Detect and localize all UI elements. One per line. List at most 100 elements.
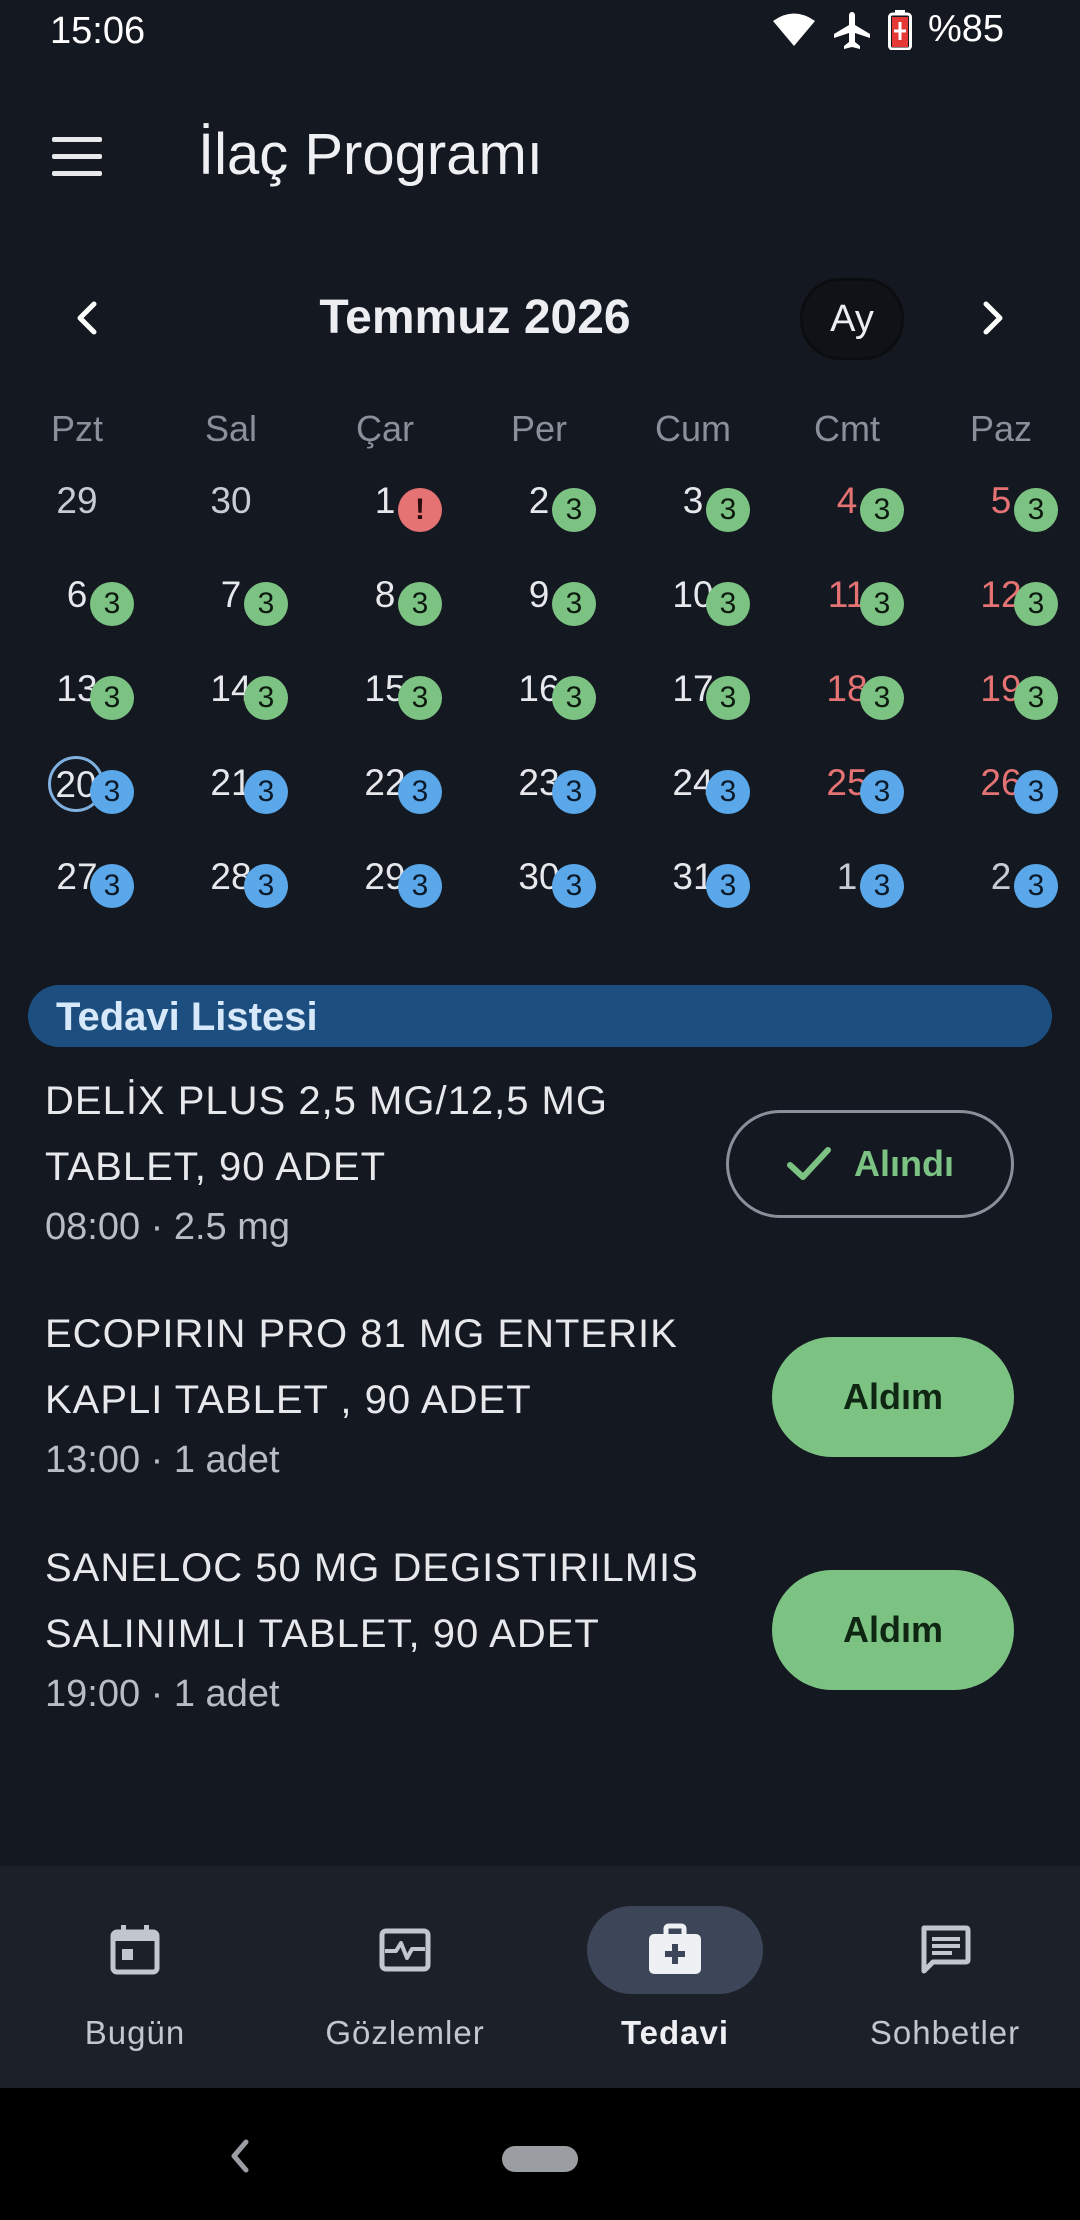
- calendar-day[interactable]: 10 3: [616, 564, 770, 658]
- dose-count-badge: 3: [90, 864, 134, 908]
- app-bar: İlaç Programı: [0, 95, 1080, 215]
- nav-item-chats[interactable]: Sohbetler: [810, 1906, 1080, 2056]
- calendar-day[interactable]: 26 3: [924, 752, 1078, 846]
- next-month-button[interactable]: [964, 290, 1020, 346]
- missed-dose-badge: !: [398, 488, 442, 532]
- system-back-button[interactable]: [222, 2136, 258, 2176]
- dose-count-badge: 3: [706, 582, 750, 626]
- calendar-day[interactable]: 30 3: [462, 846, 616, 940]
- calendar-day[interactable]: 27 3: [0, 846, 154, 940]
- calendar-day[interactable]: 14 3: [154, 658, 308, 752]
- calendar-day[interactable]: 24 3: [616, 752, 770, 846]
- mark-taken-button[interactable]: Aldım: [772, 1570, 1014, 1690]
- calendar-day[interactable]: 23 3: [462, 752, 616, 846]
- calendar-today-icon: [110, 1925, 160, 1975]
- status-icons: %85: [772, 8, 1004, 51]
- calendar-day[interactable]: 11 3: [770, 564, 924, 658]
- nav-item-today[interactable]: Bugün: [0, 1906, 270, 2056]
- medical-kit-icon: [649, 1923, 701, 1974]
- dose-count-badge: 3: [244, 770, 288, 814]
- calendar-day[interactable]: 30: [154, 470, 308, 564]
- nav-label: Bugün: [84, 2014, 186, 2051]
- medication-name: SANELOC 50 MG DEGISTIRILMIS SALINIMLI TA…: [45, 1546, 699, 1656]
- dose-count-badge: 3: [90, 770, 134, 814]
- calendar-day[interactable]: 63: [0, 564, 154, 658]
- dose-count-badge: 3: [1014, 582, 1058, 626]
- medication-name: ECOPIRIN PRO 81 MG ENTERIK KAPLI TABLET …: [45, 1312, 678, 1422]
- calendar-day[interactable]: 31 3: [616, 846, 770, 940]
- weekday-label: Cum: [654, 408, 731, 449]
- dose-count-badge: 3: [1014, 864, 1058, 908]
- chevron-left-icon: [77, 301, 97, 335]
- calendar-day[interactable]: 29 3: [308, 846, 462, 940]
- mark-taken-button[interactable]: Aldım: [772, 1337, 1014, 1457]
- calendar-day[interactable]: 43: [770, 470, 924, 564]
- weekday-label: Çar: [355, 408, 414, 449]
- nav-label: Sohbetler: [869, 2014, 1021, 2051]
- chat-icon: [921, 1925, 971, 1974]
- dose-count-badge: 3: [860, 488, 904, 532]
- calendar-day[interactable]: 21 3: [154, 752, 308, 846]
- system-home-pill[interactable]: [502, 2146, 578, 2172]
- dose-count-badge: 3: [398, 770, 442, 814]
- dose-count-badge: 3: [398, 582, 442, 626]
- calendar-day[interactable]: 73: [154, 564, 308, 658]
- medication-dose-time: 19:00 · 1 adet: [45, 1673, 280, 1715]
- calendar-day[interactable]: 33: [616, 470, 770, 564]
- calendar-day[interactable]: 16 3: [462, 658, 616, 752]
- airplane-icon: [832, 10, 872, 50]
- calendar-day[interactable]: 20 3: [0, 752, 154, 846]
- dose-count-badge: 3: [244, 864, 288, 908]
- dose-count-badge: 3: [552, 864, 596, 908]
- calendar-day[interactable]: 53: [924, 470, 1078, 564]
- page-title: İlaç Programı: [198, 122, 543, 187]
- dose-count-badge: 3: [552, 770, 596, 814]
- nav-icon-container: [587, 1906, 763, 1994]
- nav-item-observations[interactable]: Gözlemler: [270, 1906, 540, 2056]
- vitals-monitor-icon: [379, 1928, 431, 1972]
- nav-label: Gözlemler: [325, 2014, 485, 2051]
- calendar-day[interactable]: 25 3: [770, 752, 924, 846]
- menu-icon-bar: [52, 154, 102, 159]
- day-number: 29: [56, 480, 98, 521]
- previous-month-button[interactable]: [60, 290, 116, 346]
- calendar-day[interactable]: 12 3: [924, 564, 1078, 658]
- calendar-day[interactable]: 28 3: [154, 846, 308, 940]
- calendar-day[interactable]: 17 3: [616, 658, 770, 752]
- calendar-day[interactable]: 15 3: [308, 658, 462, 752]
- view-mode-button[interactable]: Ay: [800, 278, 904, 360]
- dose-count-badge: 3: [706, 864, 750, 908]
- dose-count-badge: 3: [244, 676, 288, 720]
- check-icon: [787, 1147, 831, 1180]
- dose-count-badge: 3: [860, 676, 904, 720]
- battery-level: %85: [927, 8, 1004, 50]
- calendar-day[interactable]: 22 3: [308, 752, 462, 846]
- calendar-day[interactable]: 93: [462, 564, 616, 658]
- calendar-day[interactable]: 23: [462, 470, 616, 564]
- calendar-day[interactable]: 23: [924, 846, 1078, 940]
- calendar-day[interactable]: 13 3: [0, 658, 154, 752]
- calendar-day[interactable]: 19 3: [924, 658, 1078, 752]
- status-bar: 15:06 %85: [0, 0, 1080, 64]
- nav-label: Tedavi: [620, 2014, 730, 2051]
- calendar-day[interactable]: 18 3: [770, 658, 924, 752]
- day-number: 30: [210, 480, 252, 521]
- dose-count-badge: 3: [244, 582, 288, 626]
- menu-button[interactable]: [40, 125, 114, 185]
- dose-count-badge: 3: [90, 582, 134, 626]
- section-title: Tedavi Listesi: [56, 995, 318, 1039]
- taken-status-button[interactable]: Alındı: [726, 1110, 1014, 1218]
- calendar-day[interactable]: 83: [308, 564, 462, 658]
- dose-count-badge: 3: [1014, 488, 1058, 532]
- nav-icon-container: [47, 1906, 223, 1994]
- month-title: Temmuz 2026: [319, 291, 631, 344]
- calendar-day[interactable]: 29: [0, 470, 154, 564]
- nav-item-treatment[interactable]: Tedavi: [540, 1906, 810, 2056]
- back-arrow-icon: [231, 2139, 249, 2173]
- weekday-label: Sal: [204, 408, 258, 449]
- calendar-day[interactable]: 1!: [308, 470, 462, 564]
- medication-dose-time: 08:00 · 2.5 mg: [45, 1206, 291, 1248]
- calendar-day[interactable]: 13: [770, 846, 924, 940]
- treatment-list-header: Tedavi Listesi: [28, 985, 1052, 1047]
- weekday-label: Paz: [969, 408, 1033, 449]
